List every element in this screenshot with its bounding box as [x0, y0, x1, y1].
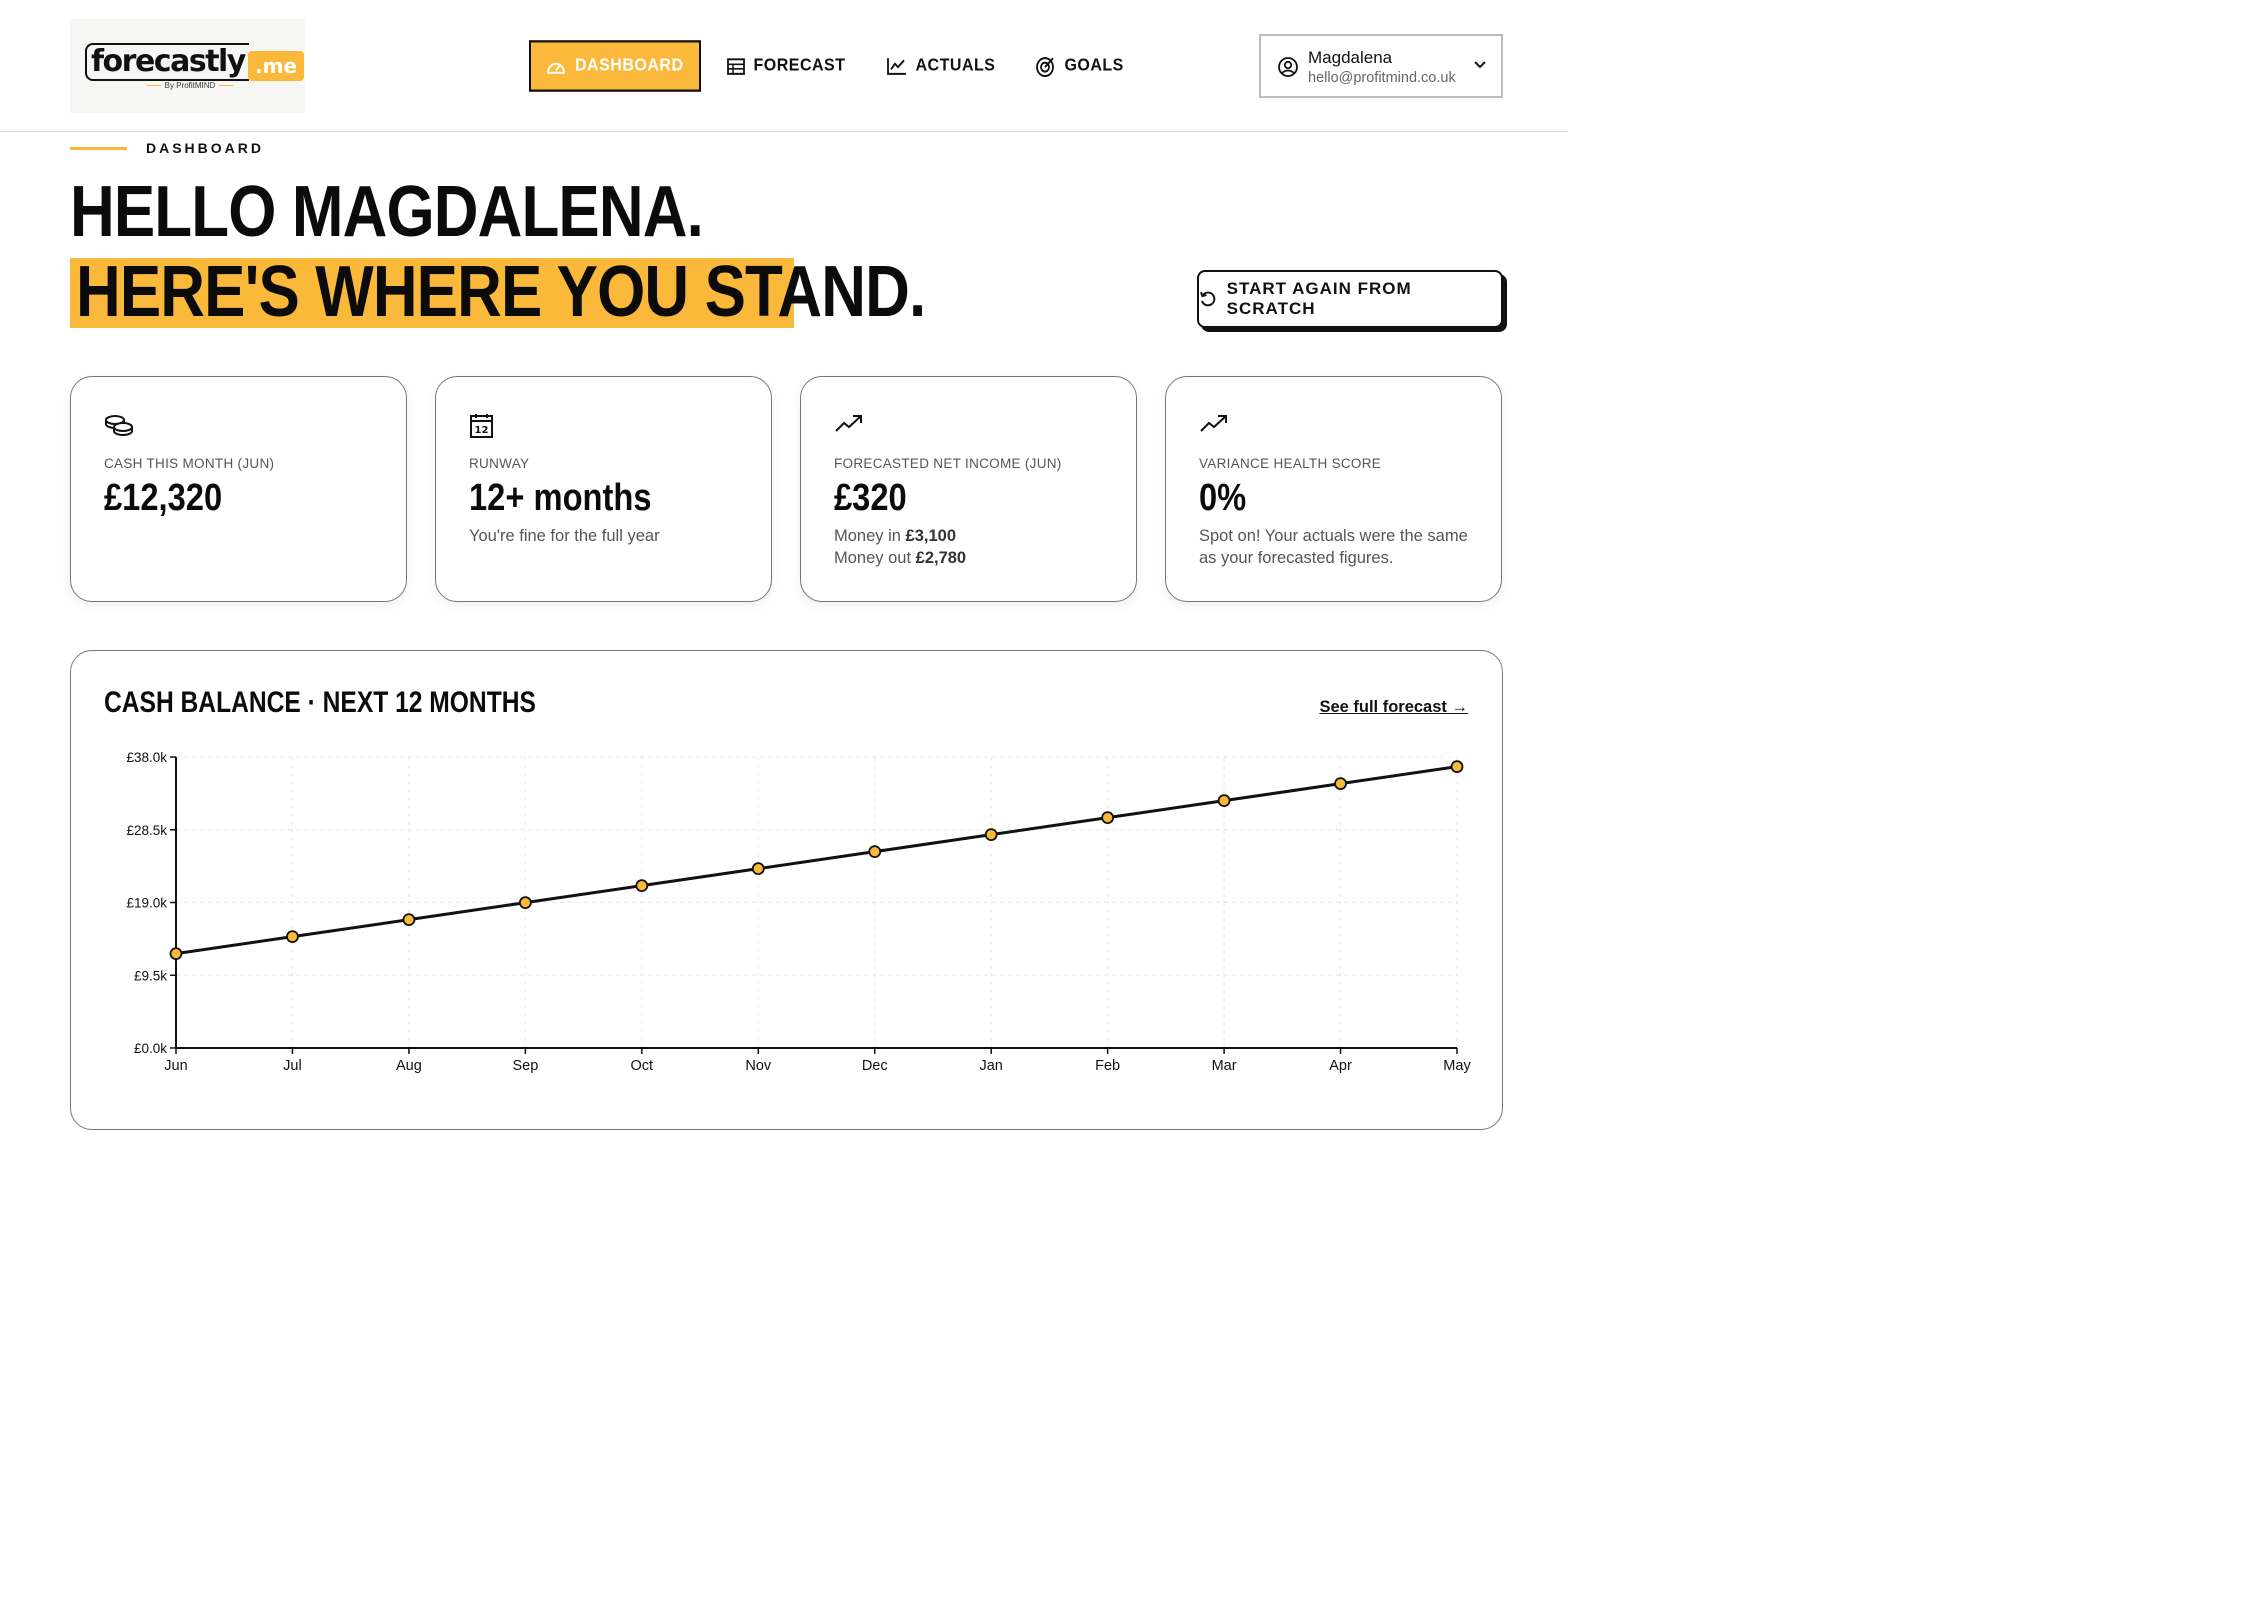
- x-tick-label: Jul: [283, 1058, 302, 1074]
- money-out-line: Money out £2,780: [834, 549, 967, 567]
- y-tick-label: £38.0k: [126, 750, 167, 765]
- card-subtext: You're fine for the full year: [469, 527, 660, 545]
- card-subtext: Money in £3,100 Money out £2,780: [834, 525, 1114, 569]
- data-point: [868, 845, 882, 859]
- card-value: £320: [834, 477, 907, 519]
- nav-label: GOALS: [1064, 55, 1124, 75]
- data-point: [751, 862, 765, 876]
- trend-up-icon: [835, 415, 862, 432]
- logo-wordmark: forecastly .me: [85, 43, 304, 83]
- data-point: [1217, 794, 1231, 808]
- main-nav: DASHBOARD FORECAST ACTUALS GOALS: [529, 40, 1150, 92]
- x-tick-label: May: [1443, 1058, 1471, 1074]
- user-menu[interactable]: Magdalena hello@profitmind.co.uk: [1259, 34, 1503, 98]
- coins-icon: [105, 415, 133, 436]
- eyebrow-line: [70, 147, 127, 150]
- data-point: [1450, 760, 1464, 774]
- table-icon: [726, 57, 745, 75]
- x-tick-label: Mar: [1212, 1058, 1237, 1074]
- card-label: RUNWAY: [469, 456, 530, 471]
- target-icon: [1036, 56, 1055, 77]
- start-again-button[interactable]: START AGAIN FROM SCRATCH: [1197, 270, 1503, 328]
- logo-text: forecastly: [85, 43, 249, 81]
- data-point: [169, 947, 183, 961]
- data-point: [402, 913, 416, 927]
- card-label: VARIANCE HEALTH SCORE: [1199, 456, 1382, 471]
- card-subtext: Spot on! Your actuals were the same as y…: [1199, 527, 1468, 567]
- card-value: 12+ months: [469, 477, 652, 519]
- nav-label: ACTUALS: [915, 55, 996, 75]
- x-tick-label: Dec: [862, 1058, 888, 1074]
- money-in-line: Money in £3,100: [834, 527, 957, 545]
- x-tick-label: Nov: [745, 1058, 772, 1074]
- card-variance: VARIANCE HEALTH SCORE 0% Spot on! Your a…: [1165, 376, 1502, 602]
- line-chart-icon: [886, 58, 906, 75]
- nav-dashboard[interactable]: DASHBOARD: [529, 40, 701, 92]
- card-value: 0%: [1199, 477, 1247, 519]
- card-cash: CASH THIS MONTH (JUN) £12,320: [70, 376, 407, 602]
- data-point: [286, 930, 299, 944]
- calendar-icon: 12: [470, 414, 493, 438]
- user-name: Magdalena: [1308, 48, 1393, 67]
- greeting-heading: HELLO MAGDALENA.: [70, 172, 704, 252]
- card-runway: 12 RUNWAY 12+ months You're fine for the…: [435, 376, 772, 602]
- nav-forecast[interactable]: FORECAST: [712, 40, 861, 92]
- subheading: HERE'S WHERE YOU STAND.: [76, 252, 926, 332]
- y-tick-label: £0.0k: [134, 1041, 167, 1056]
- gauge-icon: [547, 62, 565, 74]
- chevron-down-icon: [1474, 61, 1486, 69]
- cash-balance-panel: CASH BALANCE · NEXT 12 MONTHS See full f…: [70, 650, 1503, 1130]
- cash-balance-chart: £0.0k £9.5k £19.0k £28.5k £38.0k Jun Jul Aug Sep…: [126, 750, 1471, 1074]
- x-tick-label: Aug: [396, 1058, 422, 1074]
- logo-suffix: .me: [248, 51, 304, 81]
- data-point: [1101, 811, 1115, 825]
- user-email: hello@profitmind.co.uk: [1308, 70, 1456, 86]
- x-tick-label: Oct: [631, 1058, 654, 1074]
- top-header: forecastly .me By ProfitMIND DASHBOARD F…: [0, 0, 1568, 132]
- y-tick-label: £28.5k: [126, 823, 167, 838]
- x-tick-label: Apr: [1329, 1058, 1352, 1074]
- data-point: [518, 896, 532, 910]
- trend-up-icon: [1200, 415, 1227, 432]
- data-point: [635, 879, 649, 893]
- nav-label: FORECAST: [753, 55, 846, 75]
- y-tick-label: £19.0k: [126, 896, 167, 911]
- nav-actuals[interactable]: ACTUALS: [872, 40, 1011, 92]
- card-label: CASH THIS MONTH (JUN): [104, 456, 275, 471]
- page-eyebrow: DASHBOARD: [146, 140, 264, 156]
- user-icon: [1278, 57, 1298, 77]
- x-tick-label: Feb: [1095, 1058, 1120, 1074]
- restart-icon: [1200, 291, 1216, 307]
- money-in-value: £3,100: [905, 527, 957, 545]
- logo[interactable]: forecastly .me By ProfitMIND: [70, 19, 305, 113]
- nav-label: DASHBOARD: [575, 55, 684, 75]
- y-tick-label: £9.5k: [134, 968, 167, 983]
- nav-goals[interactable]: GOALS: [1021, 40, 1138, 92]
- card-value: £12,320: [104, 477, 223, 519]
- card-label: FORECASTED NET INCOME (JUN): [834, 456, 1062, 471]
- x-tick-label: Jun: [164, 1058, 187, 1074]
- data-point: [1334, 777, 1347, 791]
- data-point: [984, 828, 998, 842]
- money-out-value: £2,780: [915, 549, 967, 567]
- x-tick-label: Jan: [979, 1058, 1002, 1074]
- svg-text:12: 12: [475, 425, 489, 436]
- cash-balance-line: [175, 765, 1458, 956]
- x-tick-label: Sep: [512, 1058, 538, 1074]
- start-again-label: START AGAIN FROM SCRATCH: [1226, 279, 1412, 318]
- card-net-income: FORECASTED NET INCOME (JUN) £320 Money i…: [800, 376, 1137, 602]
- logo-tagline: By ProfitMIND: [130, 81, 250, 90]
